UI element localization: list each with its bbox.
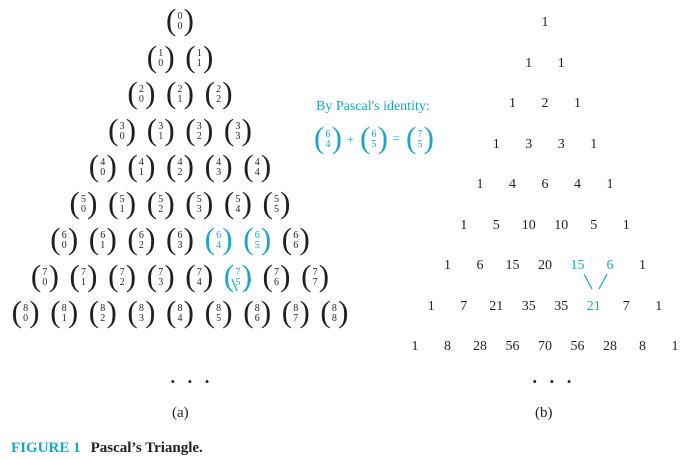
panel-a-label: (a) bbox=[172, 405, 189, 421]
right-connector-b bbox=[598, 273, 608, 290]
right-ellipsis: · · · bbox=[532, 372, 575, 391]
left-connector-a bbox=[231, 278, 238, 292]
figure-caption: FIGURE 1 Pascal’s Triangle. bbox=[11, 440, 203, 457]
left-connector-b bbox=[245, 278, 252, 292]
figure-title: Pascal’s Triangle. bbox=[90, 440, 203, 456]
pascal-figure: (0 0)(1 0)(1 1)(2 0)(2 1)(2 2)(3 0)(3 1)(3 2)(3 3)… bbox=[0, 0, 689, 460]
figure-label: FIGURE 1 bbox=[11, 440, 81, 456]
right-connector-a bbox=[583, 273, 593, 290]
left-ellipsis: · · · bbox=[170, 372, 213, 391]
panel-b-label: (b) bbox=[535, 405, 553, 421]
connector-lines bbox=[231, 273, 608, 292]
